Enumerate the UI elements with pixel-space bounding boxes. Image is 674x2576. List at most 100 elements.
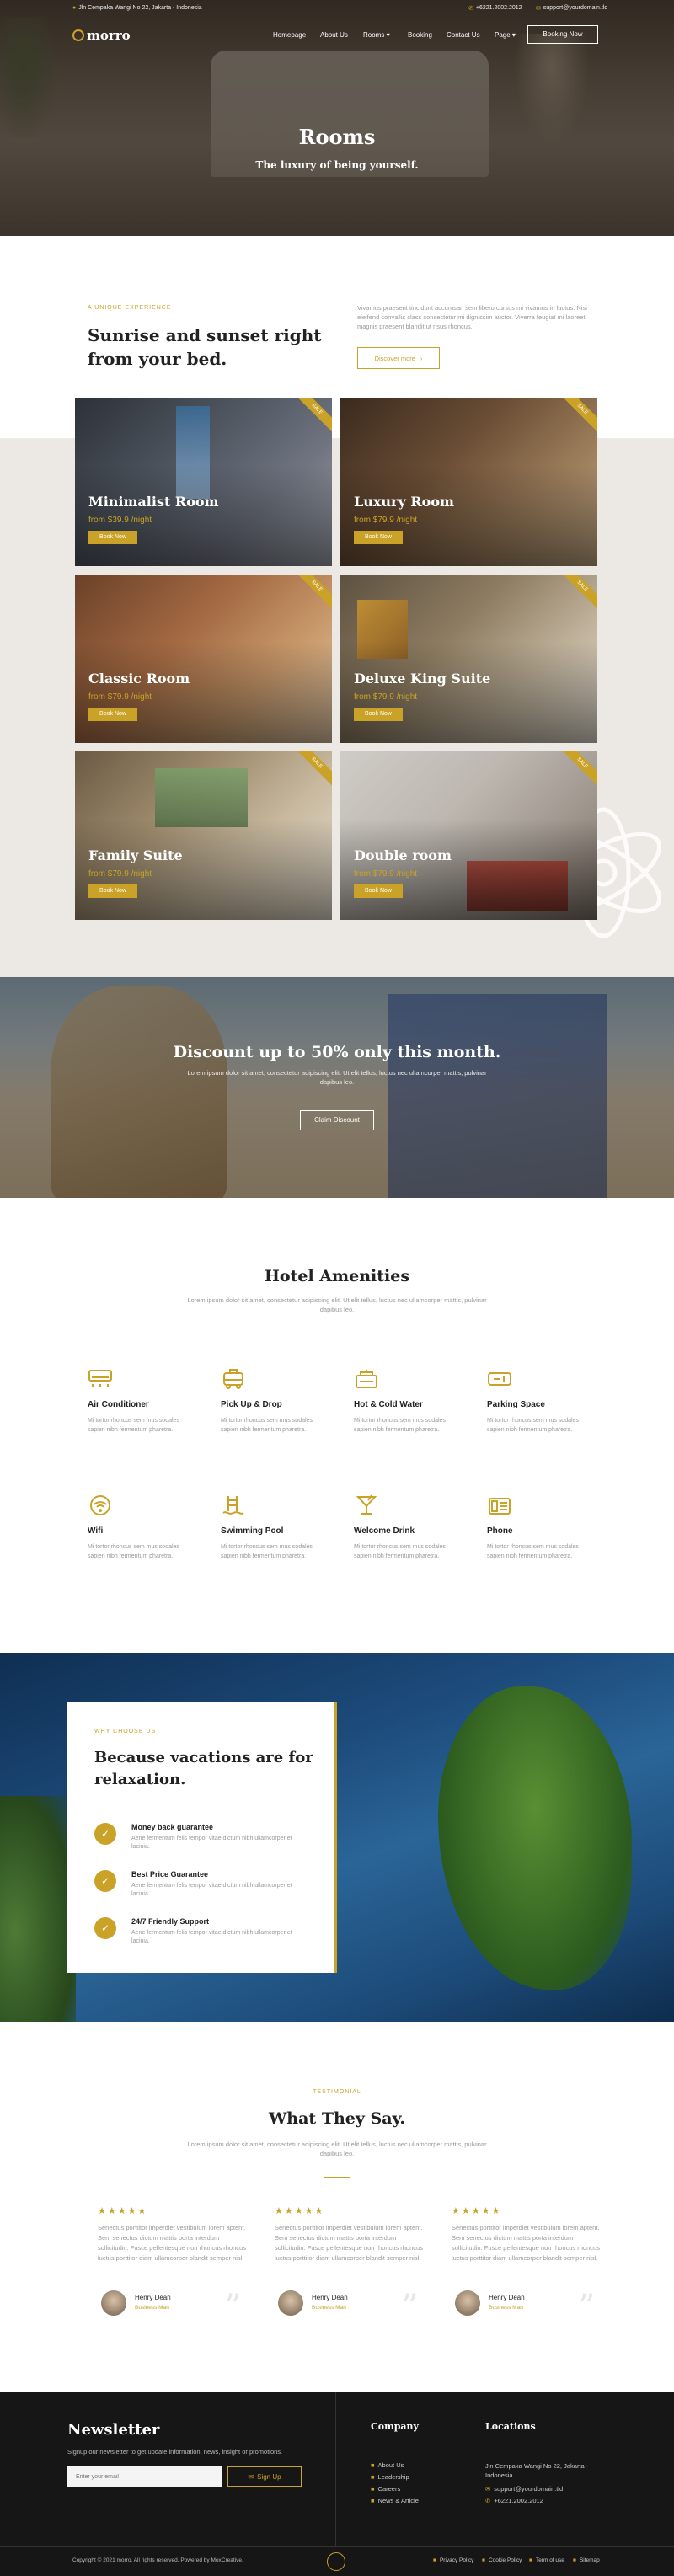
chevron-down-icon: ▾	[511, 31, 516, 39]
nav-booking[interactable]: Booking	[408, 31, 432, 39]
room-card[interactable]: SALE Luxury Room from $79.9 /night Book …	[340, 398, 597, 566]
newsletter-email-input[interactable]	[67, 2466, 222, 2487]
wifi-icon	[90, 1495, 110, 1515]
footer-divider	[335, 2392, 336, 2546]
section-divider	[324, 2177, 350, 2178]
newsletter-title: Newsletter	[67, 2421, 160, 2439]
amenity-description: Mi tortor rhoncus sem mus sodales sapien…	[88, 1544, 179, 1559]
sign-up-button[interactable]: ✉ Sign Up	[227, 2466, 302, 2487]
why-item-title: 24/7 Friendly Support	[131, 1917, 210, 1926]
book-now-button[interactable]: Book Now	[354, 884, 403, 898]
book-now-button[interactable]: Book Now	[354, 708, 403, 721]
nav-contact-us[interactable]: Contact Us	[447, 31, 480, 39]
rating-stars-icon: ★★★★★	[98, 2206, 148, 2216]
nav-page[interactable]: Page ▾	[495, 31, 516, 39]
why-card: WHY CHOOSE US Because vacations are for …	[67, 1702, 337, 1973]
footer-bottom-divider	[0, 2546, 674, 2547]
location-email[interactable]: ✉ support@yourdomain.tld	[485, 2485, 563, 2493]
main-nav: morro Homepage About Us Rooms ▾ Booking …	[0, 25, 674, 45]
hero-section: ● Jln Cempaka Wangi No 22, Jakarta - Ind…	[0, 0, 674, 236]
check-icon: ✓	[94, 1823, 116, 1845]
amenity-hot-cold-water: Hot & Cold Water Mi tortor rhoncus sem m…	[354, 1368, 455, 1435]
phone-icon	[489, 1498, 511, 1515]
book-now-button[interactable]: Book Now	[88, 531, 137, 544]
amenity-title: Phone	[487, 1526, 513, 1536]
intro-eyebrow: A UNIQUE EXPERIENCE	[88, 305, 172, 311]
logo[interactable]: morro	[72, 28, 131, 43]
amenity-air-conditioner: Air Conditioner Mi tortor rhoncus sem mu…	[88, 1368, 189, 1435]
why-eyebrow: WHY CHOOSE US	[94, 1729, 157, 1734]
amenity-wifi: Wifi Mi tortor rhoncus sem mus sodales s…	[88, 1494, 189, 1561]
rating-stars-icon: ★★★★★	[452, 2206, 502, 2216]
why-item-description: Aene fermentum felis tempor vitae dictum…	[131, 1883, 292, 1897]
testimonial-card: ★★★★★ Senectus porttitor imperdiet vesti…	[98, 2205, 246, 2327]
nav-homepage[interactable]: Homepage	[273, 31, 306, 39]
topbar-email[interactable]: support@yourdomain.tld	[543, 5, 607, 12]
testimonial-eyebrow: TESTIMONIAL	[313, 2089, 361, 2095]
mail-small-icon: ✉	[485, 2485, 491, 2493]
room-name: Classic Room	[88, 671, 190, 687]
why-item-description: Aene fermentum felis tempor vitae dictum…	[131, 1930, 292, 1944]
room-price: from $79.9 /night	[88, 692, 152, 702]
footer-link-about-us[interactable]: ■ About Us	[371, 2461, 404, 2469]
amenity-title: Pick Up & Drop	[221, 1400, 282, 1409]
footer: Newsletter Signup our newsletter to get …	[0, 2392, 674, 2576]
room-name: Minimalist Room	[88, 494, 219, 510]
why-choose-us-section: WHY CHOOSE US Because vacations are for …	[0, 1653, 674, 2022]
book-now-button[interactable]: Book Now	[88, 884, 137, 898]
discover-more-button[interactable]: Discover more ›	[357, 347, 440, 369]
room-name: Luxury Room	[354, 494, 454, 510]
amenity-description: Mi tortor rhoncus sem mus sodales sapien…	[221, 1418, 313, 1433]
room-card[interactable]: SALE Double room from $79.9 /night Book …	[340, 751, 597, 920]
amenity-description: Mi tortor rhoncus sem mus sodales sapien…	[88, 1418, 179, 1433]
claim-discount-button[interactable]: Claim Discount	[300, 1110, 374, 1130]
room-card[interactable]: SALE Classic Room from $79.9 /night Book…	[75, 575, 332, 743]
amenity-title: Air Conditioner	[88, 1400, 149, 1409]
footer-link-sitemap[interactable]: ■ Sitemap	[573, 2557, 600, 2563]
room-name: Deluxe King Suite	[354, 671, 491, 687]
testimonial-role: Business Man	[135, 2305, 169, 2311]
avatar	[455, 2290, 480, 2316]
page-subtitle: The luxury of being yourself.	[255, 159, 419, 171]
amenity-parking-space: Parking Space Mi tortor rhoncus sem mus …	[487, 1368, 588, 1435]
book-now-button[interactable]: Book Now	[354, 531, 403, 544]
room-card[interactable]: SALE Minimalist Room from $39.9 /night B…	[75, 398, 332, 566]
testimonial-card: ★★★★★ Senectus porttitor imperdiet vesti…	[275, 2205, 423, 2327]
room-price: from $79.9 /night	[354, 516, 418, 525]
footer-logo-icon[interactable]	[327, 2552, 345, 2571]
footer-link-cookie-policy[interactable]: ■ Cookie Policy	[482, 2557, 522, 2563]
chevron-down-icon: ▾	[386, 31, 390, 39]
phone-small-icon: ✆	[468, 6, 473, 12]
chevron-right-icon: ›	[420, 354, 423, 362]
nav-about-us[interactable]: About Us	[320, 31, 348, 39]
room-card[interactable]: SALE Family Suite from $79.9 /night Book…	[75, 751, 332, 920]
intro-title: Sunrise and sunset right from your bed.	[88, 325, 322, 369]
footer-link-privacy-policy[interactable]: ■ Privacy Policy	[433, 2557, 473, 2563]
amenity-welcome-drink: Welcome Drink Mi tortor rhoncus sem mus …	[354, 1494, 455, 1561]
footer-link-leadership[interactable]: ■ Leadership	[371, 2473, 409, 2481]
logo-mark-icon	[72, 29, 84, 41]
check-icon: ✓	[94, 1917, 116, 1939]
check-icon: ✓	[94, 1870, 116, 1892]
room-price: from $39.9 /night	[88, 516, 152, 525]
amenity-pick-up-drop: Pick Up & Drop Mi tortor rhoncus sem mus…	[221, 1368, 322, 1435]
quote-icon: ”	[401, 2288, 419, 2327]
footer-link-careers[interactable]: ■ Careers	[371, 2485, 400, 2493]
phone-small-icon: ✆	[485, 2497, 491, 2504]
testimonial-text: Senectus porttitor imperdiet vestibulum …	[275, 2224, 423, 2262]
room-name: Family Suite	[88, 847, 183, 863]
amenity-title: Welcome Drink	[354, 1526, 415, 1536]
testimonial-subtitle: Lorem ipsum dolor sit amet, consectetur …	[187, 2140, 487, 2157]
booking-now-button[interactable]: Booking Now	[527, 25, 598, 44]
nav-rooms[interactable]: Rooms ▾	[363, 31, 390, 39]
air-conditioner-icon	[88, 1370, 112, 1387]
discount-title: Discount up to 50% only this month.	[173, 1043, 501, 1061]
topbar-phone[interactable]: +6221.2002.2012	[476, 5, 522, 12]
book-now-button[interactable]: Book Now	[88, 708, 137, 721]
footer-link-term-of-use[interactable]: ■ Term of use	[529, 2557, 564, 2563]
location-phone[interactable]: ✆ +6221.2002.2012	[485, 2497, 543, 2504]
testimonial-role: Business Man	[489, 2305, 523, 2311]
footer-link-news-article[interactable]: ■ News & Article	[371, 2497, 419, 2504]
room-card[interactable]: SALE Deluxe King Suite from $79.9 /night…	[340, 575, 597, 743]
testimonial-name: Henry Dean	[489, 2294, 525, 2301]
